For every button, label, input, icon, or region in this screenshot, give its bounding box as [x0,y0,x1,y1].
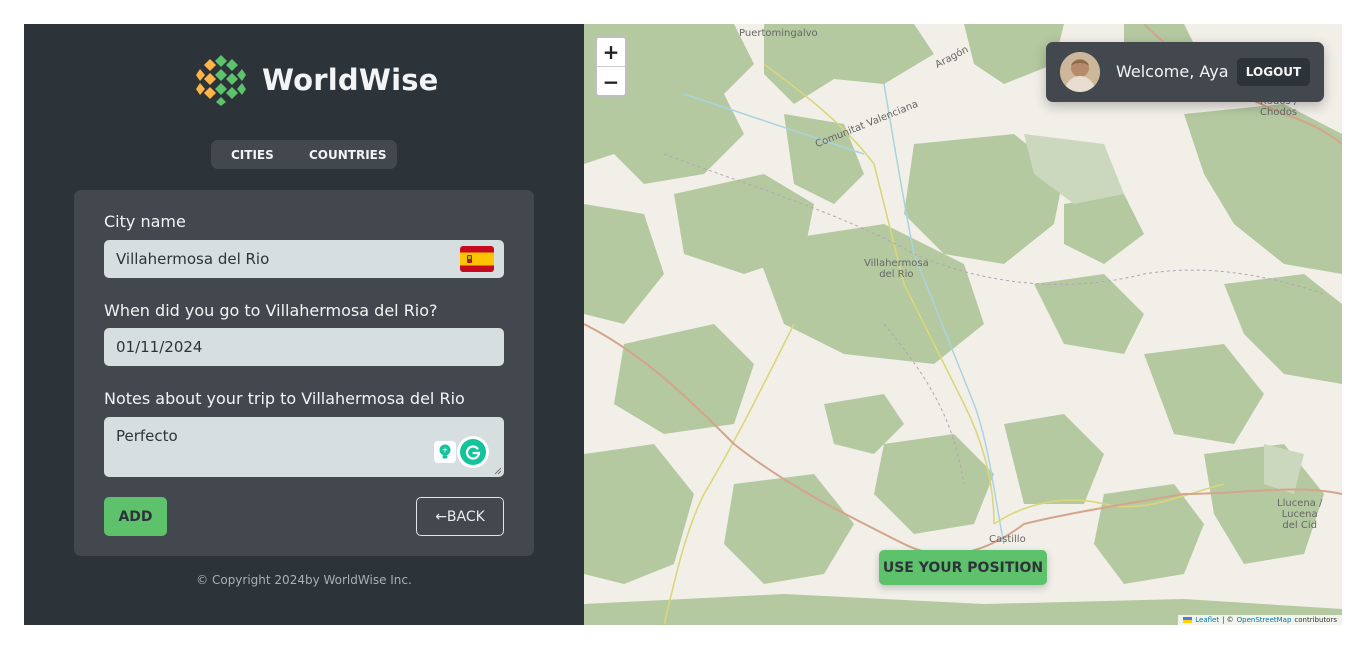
ukraine-flag-icon [1183,617,1193,623]
nav-tab-cities[interactable]: CITIES [231,148,274,162]
nav-tab-countries[interactable]: COUNTRIES [309,148,387,162]
zoom-out-button[interactable]: − [597,67,625,96]
place-castillo: Castillo [989,534,1026,545]
app-layout: WorldWise CITIES COUNTRIES City name Vil… [24,24,1342,625]
brand-name: WorldWise [262,63,439,97]
city-name-input[interactable]: Villahermosa del Rio [104,240,504,278]
sidebar: WorldWise CITIES COUNTRIES City name Vil… [24,24,584,625]
attribution-separator: | © [1222,616,1234,624]
user-panel: Welcome, Aya LOGOUT [1046,42,1324,102]
welcome-text: Welcome, Aya [1116,62,1229,81]
map-container[interactable]: Puertomingalvo Aragón Comunitat Valencia… [584,24,1342,625]
grammarly-widget[interactable]: + [434,439,486,465]
city-name-label: City name [104,212,186,231]
grammarly-icon[interactable] [460,439,486,465]
leaflet-link[interactable]: Leaflet [1195,616,1219,624]
spain-flag-icon [460,246,494,272]
map-attribution: Leaflet | © OpenStreetMap contributors [1178,615,1342,625]
use-position-button[interactable]: USE YOUR POSITION [879,550,1047,585]
app-nav: CITIES COUNTRIES [211,140,397,169]
date-input[interactable]: 01/11/2024 [104,328,504,366]
place-villahermosa: Villahermosa del Rio [864,258,929,280]
place-llucena: Llucena / Lucena del Cid [1277,498,1323,531]
place-puertomingalvo: Puertomingalvo [739,28,818,39]
logo[interactable]: WorldWise [194,53,439,107]
city-form: City name Villahermosa del Rio When did … [74,190,534,556]
back-button[interactable]: ←BACK [416,497,504,536]
add-button[interactable]: ADD [104,497,167,536]
notes-label: Notes about your trip to Villahermosa de… [104,389,465,408]
notes-value: Perfecto [116,427,178,445]
lightbulb-icon[interactable]: + [434,441,456,463]
date-label: When did you go to Villahermosa del Rio? [104,301,438,320]
logout-button[interactable]: LOGOUT [1237,58,1310,86]
attribution-contributors: contributors [1294,616,1337,624]
copyright-text: © Copyright 2024by WorldWise Inc. [196,573,412,587]
date-value: 01/11/2024 [116,338,203,356]
osm-link[interactable]: OpenStreetMap [1237,616,1292,624]
notes-textarea[interactable]: Perfecto + [104,417,504,477]
map-tiles[interactable] [584,24,1342,625]
zoom-control: + − [595,36,627,97]
zoom-in-button[interactable]: + [597,38,625,67]
globe-logo-icon [195,54,247,106]
resize-handle-icon[interactable] [494,467,502,475]
svg-text:+: + [442,446,449,455]
city-name-value: Villahermosa del Rio [116,250,270,268]
avatar [1060,52,1100,92]
